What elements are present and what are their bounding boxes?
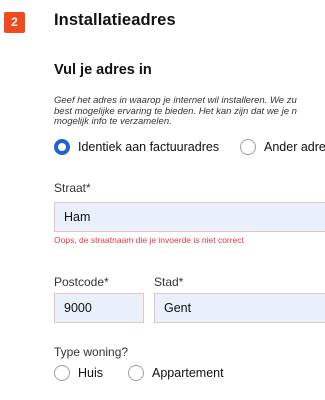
- city-label: Stad*: [154, 275, 184, 289]
- radio-label: Ander adres: [264, 140, 325, 154]
- intro-line: Geef het adres in waarop je internet wil…: [54, 95, 297, 106]
- radio-label: Huis: [78, 366, 104, 380]
- radio-unchecked-icon[interactable]: [240, 139, 256, 155]
- city-input[interactable]: Gent: [154, 293, 325, 323]
- intro-line: mogelijk info te verzamelen.: [54, 116, 172, 127]
- housing-type-label: Type woning?: [54, 345, 129, 359]
- radio-other-address[interactable]: Ander adres: [240, 139, 325, 155]
- postcode-input[interactable]: 9000: [54, 293, 144, 323]
- street-error-message: Oops, de straatnaam die je invoerde is n…: [54, 235, 244, 245]
- form-subtitle: Vul je adres in: [54, 62, 152, 78]
- radio-checked-icon[interactable]: [54, 139, 70, 155]
- intro-text: Geef het adres in waarop je internet wil…: [54, 95, 325, 128]
- street-input[interactable]: Ham: [54, 202, 325, 232]
- street-label: Straat*: [54, 181, 91, 195]
- radio-apartment[interactable]: Appartement: [128, 365, 224, 381]
- radio-unchecked-icon[interactable]: [54, 365, 70, 381]
- radio-same-as-billing[interactable]: Identiek aan factuuradres: [54, 139, 219, 155]
- radio-label: Appartement: [152, 366, 224, 380]
- radio-unchecked-icon[interactable]: [128, 365, 144, 381]
- step-number-badge: 2: [4, 12, 25, 33]
- radio-house[interactable]: Huis: [54, 365, 103, 381]
- postcode-label: Postcode*: [54, 275, 109, 289]
- section-title: Installatieadres: [54, 11, 176, 29]
- radio-label: Identiek aan factuuradres: [78, 140, 220, 154]
